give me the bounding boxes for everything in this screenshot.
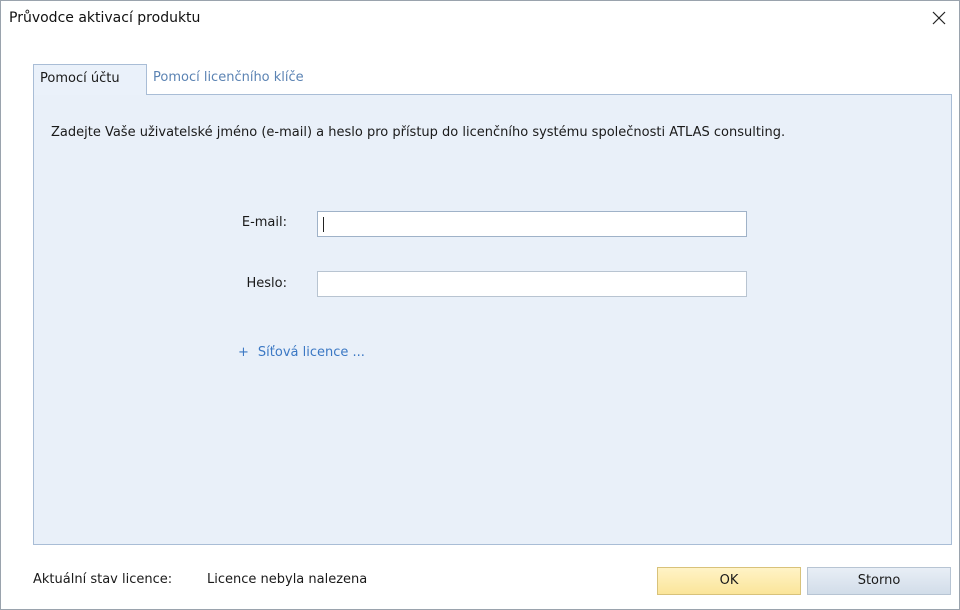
network-license-label: Síťová licence ... bbox=[257, 345, 365, 360]
instructions-text: Zadejte Vaše uživatelské jméno (e-mail) … bbox=[51, 125, 786, 140]
title-bar: Průvodce aktivací produktu bbox=[1, 1, 959, 35]
license-status-value: Licence nebyla nalezena bbox=[207, 572, 368, 587]
window-title: Průvodce aktivací produktu bbox=[9, 10, 201, 26]
dialog-window: Průvodce aktivací produktu Pomocí účtu P… bbox=[0, 0, 960, 610]
ok-button[interactable]: OK bbox=[657, 567, 801, 595]
email-field[interactable] bbox=[317, 211, 747, 237]
password-label: Heslo: bbox=[246, 276, 288, 291]
tab-license-key[interactable]: Pomocí licenčního klíče bbox=[147, 64, 337, 93]
tab-account[interactable]: Pomocí účtu bbox=[33, 64, 147, 95]
email-label: E-mail: bbox=[241, 215, 287, 230]
network-license-link[interactable]: + Síťová licence ... bbox=[238, 345, 365, 360]
license-status-label: Aktuální stav licence: bbox=[33, 572, 173, 587]
close-button[interactable] bbox=[925, 5, 953, 31]
close-icon bbox=[932, 11, 946, 25]
plus-icon: + bbox=[238, 345, 249, 360]
text-caret bbox=[323, 217, 324, 232]
password-field[interactable] bbox=[317, 271, 747, 297]
tab-panel-account: Zadejte Vaše uživatelské jméno (e-mail) … bbox=[33, 94, 952, 545]
cancel-button[interactable]: Storno bbox=[807, 567, 951, 595]
